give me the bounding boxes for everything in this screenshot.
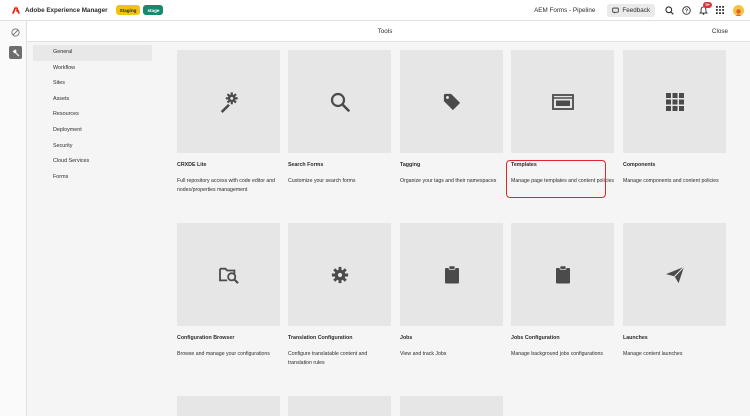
category-general[interactable]: General bbox=[33, 45, 152, 61]
tool-card-jobs[interactable]: Jobs View and track Jobs bbox=[400, 223, 503, 359]
tool-card-description: Configure translatable content and trans… bbox=[288, 351, 368, 366]
tool-card-title: Launches bbox=[623, 335, 648, 341]
tool-card-image[interactable] bbox=[400, 396, 503, 416]
tool-card-image[interactable] bbox=[623, 223, 726, 326]
tool-card-configuration-browser[interactable]: Configuration Browser Browse and manage … bbox=[177, 223, 280, 359]
rail-tools[interactable] bbox=[9, 46, 22, 59]
compass-icon bbox=[11, 28, 20, 37]
tool-card-description: Organize your tags and their namespaces bbox=[400, 178, 497, 184]
tool-card-title: Jobs Configuration bbox=[511, 335, 560, 341]
tool-card-translation-configuration[interactable]: Translation Configuration Configure tran… bbox=[288, 223, 391, 368]
tool-card-image[interactable] bbox=[400, 50, 503, 153]
search-button[interactable] bbox=[664, 5, 674, 15]
tool-card-description: View and track Jobs bbox=[400, 351, 447, 357]
tool-card-description: Manage content launches bbox=[623, 351, 683, 357]
apps-button[interactable] bbox=[715, 5, 725, 15]
tool-card-title: Components bbox=[623, 162, 656, 168]
top-bar: Adobe Experience Manager Staging stage A… bbox=[0, 0, 750, 21]
clipboard-icon bbox=[555, 265, 570, 284]
tool-card-title: Tagging bbox=[400, 162, 421, 168]
tool-card-image[interactable] bbox=[177, 223, 280, 326]
tool-card-crxde[interactable]: CRXDE Lite Full repository access with c… bbox=[177, 50, 280, 195]
program-name[interactable]: AEM Forms - Pipeline bbox=[534, 7, 595, 14]
tool-card-title: CRXDE Lite bbox=[177, 162, 207, 168]
apps-grid-icon bbox=[716, 6, 724, 14]
tool-card-image[interactable] bbox=[511, 223, 614, 326]
tool-card-title: Search Forms bbox=[288, 162, 324, 168]
tool-card-partial[interactable] bbox=[288, 396, 391, 416]
tool-card-description: Browse and manage your configurations bbox=[177, 351, 270, 357]
tool-card-description: Full repository access with code editor … bbox=[177, 178, 276, 193]
tool-card-description: Manage components and content policies bbox=[623, 178, 719, 184]
tool-card-jobs-configuration[interactable]: Jobs Configuration Manage background job… bbox=[511, 223, 614, 359]
help-button[interactable]: ? bbox=[681, 5, 691, 15]
gears-icon bbox=[220, 91, 238, 113]
adobe-logo-icon[interactable] bbox=[12, 6, 20, 14]
feedback-label: Feedback bbox=[622, 6, 650, 14]
staging-badge: Staging bbox=[115, 5, 141, 15]
page-header: Tools Close bbox=[27, 21, 750, 42]
grid-icon bbox=[665, 92, 684, 111]
tool-card-title: Jobs bbox=[400, 335, 413, 341]
tag-icon bbox=[443, 93, 460, 110]
tool-card-image[interactable] bbox=[511, 50, 614, 153]
svg-text:?: ? bbox=[684, 8, 687, 14]
category-deployment[interactable]: Deployment bbox=[33, 123, 152, 139]
help-icon: ? bbox=[681, 5, 691, 15]
clipboard-icon bbox=[444, 265, 459, 284]
tool-card-components[interactable]: Components Manage components and content… bbox=[623, 50, 726, 186]
tool-card-image[interactable] bbox=[288, 223, 391, 326]
page-title: Tools bbox=[377, 28, 393, 35]
category-resources[interactable]: Resources bbox=[33, 107, 152, 123]
tool-card-image[interactable] bbox=[177, 50, 280, 153]
search-icon bbox=[330, 92, 350, 112]
tool-card-image[interactable] bbox=[288, 50, 391, 153]
category-cloud-services[interactable]: Cloud Services bbox=[33, 154, 152, 170]
tool-card-image[interactable] bbox=[400, 223, 503, 326]
app-title[interactable]: Adobe Experience Manager bbox=[25, 7, 108, 14]
notifications-button[interactable]: 9+ bbox=[698, 2, 712, 15]
search-icon bbox=[664, 5, 674, 15]
avatar-icon bbox=[733, 6, 744, 16]
folder-search-icon bbox=[218, 267, 239, 284]
hammer-icon bbox=[12, 48, 19, 56]
tool-card-description: Customize your search forms bbox=[288, 178, 356, 184]
user-avatar[interactable] bbox=[733, 4, 744, 16]
highlight-outline bbox=[506, 160, 606, 198]
category-sites[interactable]: Sites bbox=[33, 76, 152, 92]
tool-card-partial[interactable] bbox=[400, 396, 503, 416]
rail-toggle[interactable] bbox=[9, 26, 22, 39]
tool-card-tagging[interactable]: Tagging Organize your tags and their nam… bbox=[400, 50, 503, 186]
tool-card-search-forms[interactable]: Search Forms Customize your search forms bbox=[288, 50, 391, 186]
tool-card-image[interactable] bbox=[623, 50, 726, 153]
gear-icon bbox=[331, 266, 348, 283]
send-icon bbox=[665, 266, 684, 283]
notification-count: 9+ bbox=[703, 2, 712, 8]
tool-card-launches[interactable]: Launches Manage content launches bbox=[623, 223, 726, 359]
feedback-icon bbox=[612, 7, 620, 14]
tool-card-image[interactable] bbox=[288, 396, 391, 416]
tool-card-title: Translation Configuration bbox=[288, 335, 353, 341]
category-security[interactable]: Security bbox=[33, 139, 152, 155]
category-forms[interactable]: Forms bbox=[33, 170, 152, 186]
feedback-button[interactable]: Feedback bbox=[607, 3, 655, 17]
category-assets[interactable]: Assets bbox=[33, 92, 152, 108]
template-icon bbox=[551, 93, 574, 110]
tool-card-description: Manage background jobs configurations bbox=[511, 351, 603, 357]
tool-card-partial[interactable] bbox=[177, 396, 280, 416]
left-rail bbox=[0, 21, 27, 416]
tool-card-image[interactable] bbox=[177, 396, 280, 416]
category-list: General Workflow Sites Assets Resources … bbox=[33, 45, 152, 185]
close-button[interactable]: Close bbox=[712, 28, 728, 35]
category-workflow[interactable]: Workflow bbox=[33, 61, 152, 77]
tool-card-title: Configuration Browser bbox=[177, 335, 235, 341]
stage-badge: stage bbox=[143, 5, 164, 15]
